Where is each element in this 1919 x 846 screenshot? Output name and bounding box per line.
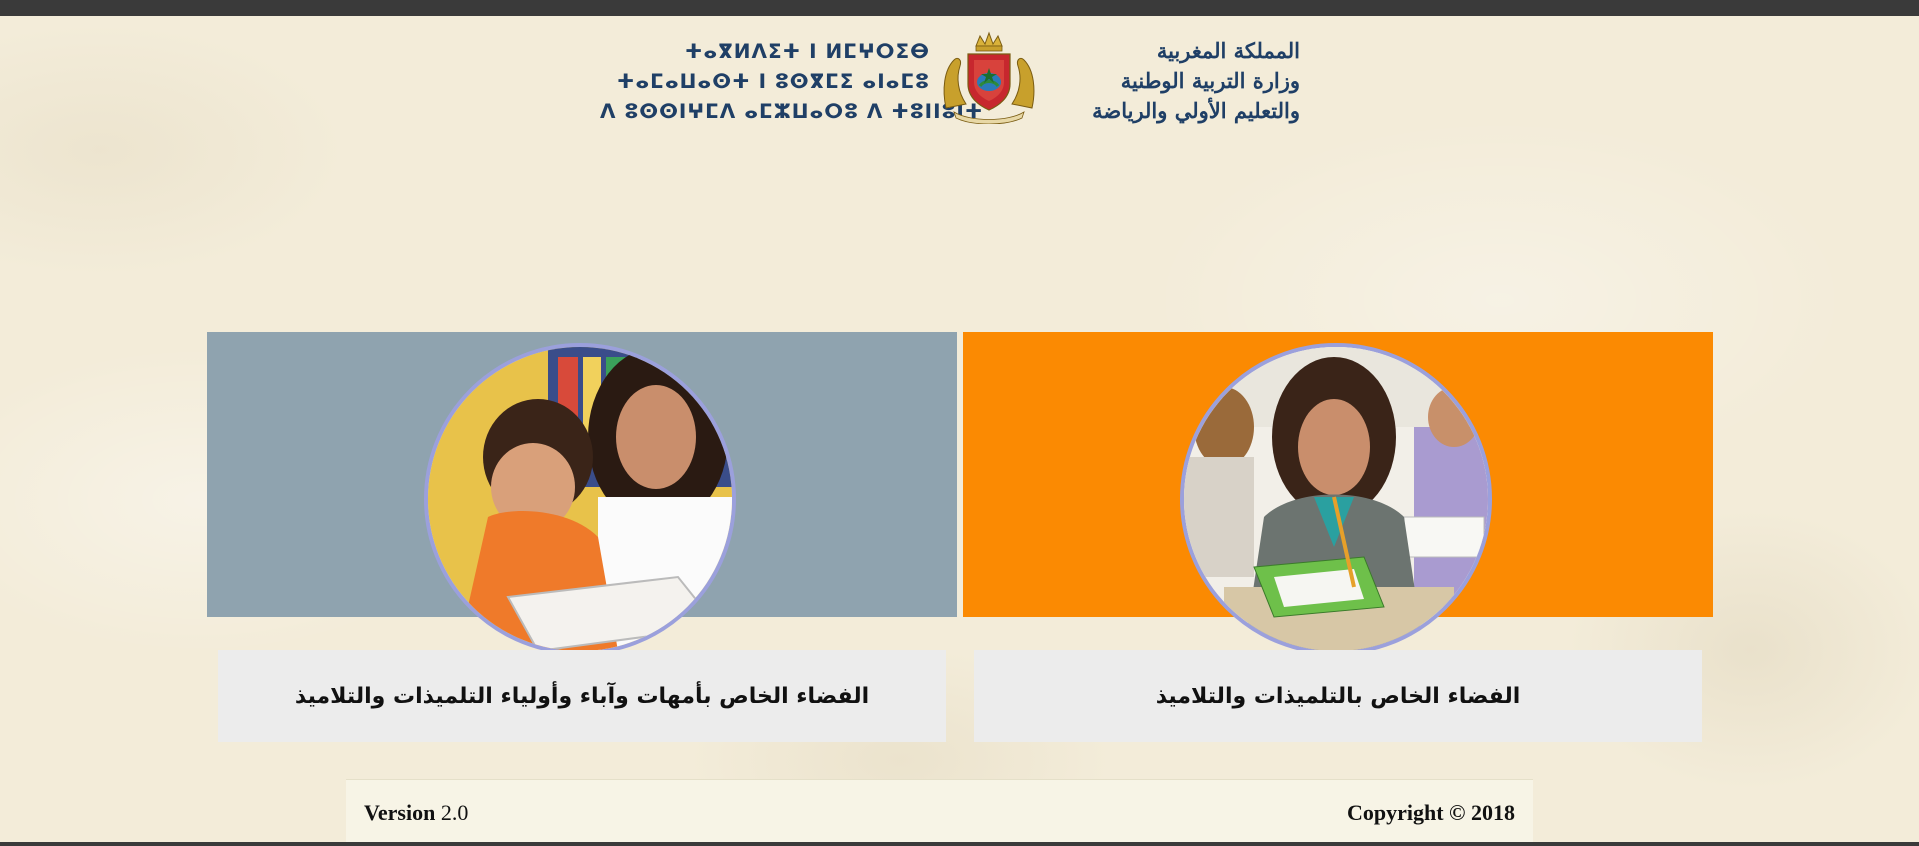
parents-space-link[interactable]: الفضاء الخاص بأمهات وآباء وأولياء التلمي… [218,650,946,742]
students-space-card[interactable]: الفضاء الخاص بالتلميذات والتلاميذ [963,332,1713,742]
royal-emblem-icon [943,31,1035,124]
arabic-line-3: والتعليم الأولي والرياضة [1092,98,1300,123]
ministry-header: ⵜⴰⴳⵍⴷⵉⵜ ⵏ ⵍⵎⵖⵔⵉⴱ ⵜⴰⵎⴰⵡⴰⵙⵜ ⵏ ⵓⵙⴳⵎⵉ ⴰⵏⴰⵎⵓ … [0,30,1919,130]
arabic-ministry-name: المملكة المغربية وزارة التربية الوطنية و… [1050,36,1300,126]
tifinagh-line-1: ⵜⴰⴳⵍⴷⵉⵜ ⵏ ⵍⵎⵖⵔⵉⴱ [684,39,930,63]
parents-space-label[interactable]: الفضاء الخاص بأمهات وآباء وأولياء التلمي… [295,684,869,709]
top-bar [0,0,1919,16]
copyright-text: Copyright © 2018 [1347,800,1515,825]
students-space-link[interactable]: الفضاء الخاص بالتلميذات والتلاميذ [974,650,1702,742]
arabic-line-1: المملكة المغربية [1156,38,1300,63]
tifinagh-ministry-name: ⵜⴰⴳⵍⴷⵉⵜ ⵏ ⵍⵎⵖⵔⵉⴱ ⵜⴰⵎⴰⵡⴰⵙⵜ ⵏ ⵓⵙⴳⵎⵉ ⴰⵏⴰⵎⵓ … [600,36,984,126]
parents-space-card[interactable]: الفضاء الخاص بأمهات وآباء وأولياء التلمي… [207,332,957,742]
tifinagh-line-3: ⴷ ⵓⵙⵙⵏⵖⵎⴷ ⴰⵎⵣⵡⴰⵔⵓ ⴷ ⵜⵓⵏⵏⵓⵏⵜ [600,99,984,123]
student-studying-image [1184,347,1488,651]
students-space-label[interactable]: الفضاء الخاص بالتلميذات والتلاميذ [1156,684,1521,709]
version-number: 2.0 [440,800,469,825]
students-photo[interactable] [1180,343,1492,655]
parent-child-reading-image [428,347,732,651]
arabic-line-2: وزارة التربية الوطنية [1120,68,1300,93]
footer: Version 2.0 Copyright © 2018 [346,779,1533,842]
parents-photo[interactable] [424,343,736,655]
version-label: Version [364,800,436,825]
version-info: Version 2.0 [364,800,468,826]
tifinagh-line-2: ⵜⴰⵎⴰⵡⴰⵙⵜ ⵏ ⵓⵙⴳⵎⵉ ⴰⵏⴰⵎⵓ [616,69,930,93]
bottom-bar [0,842,1919,846]
